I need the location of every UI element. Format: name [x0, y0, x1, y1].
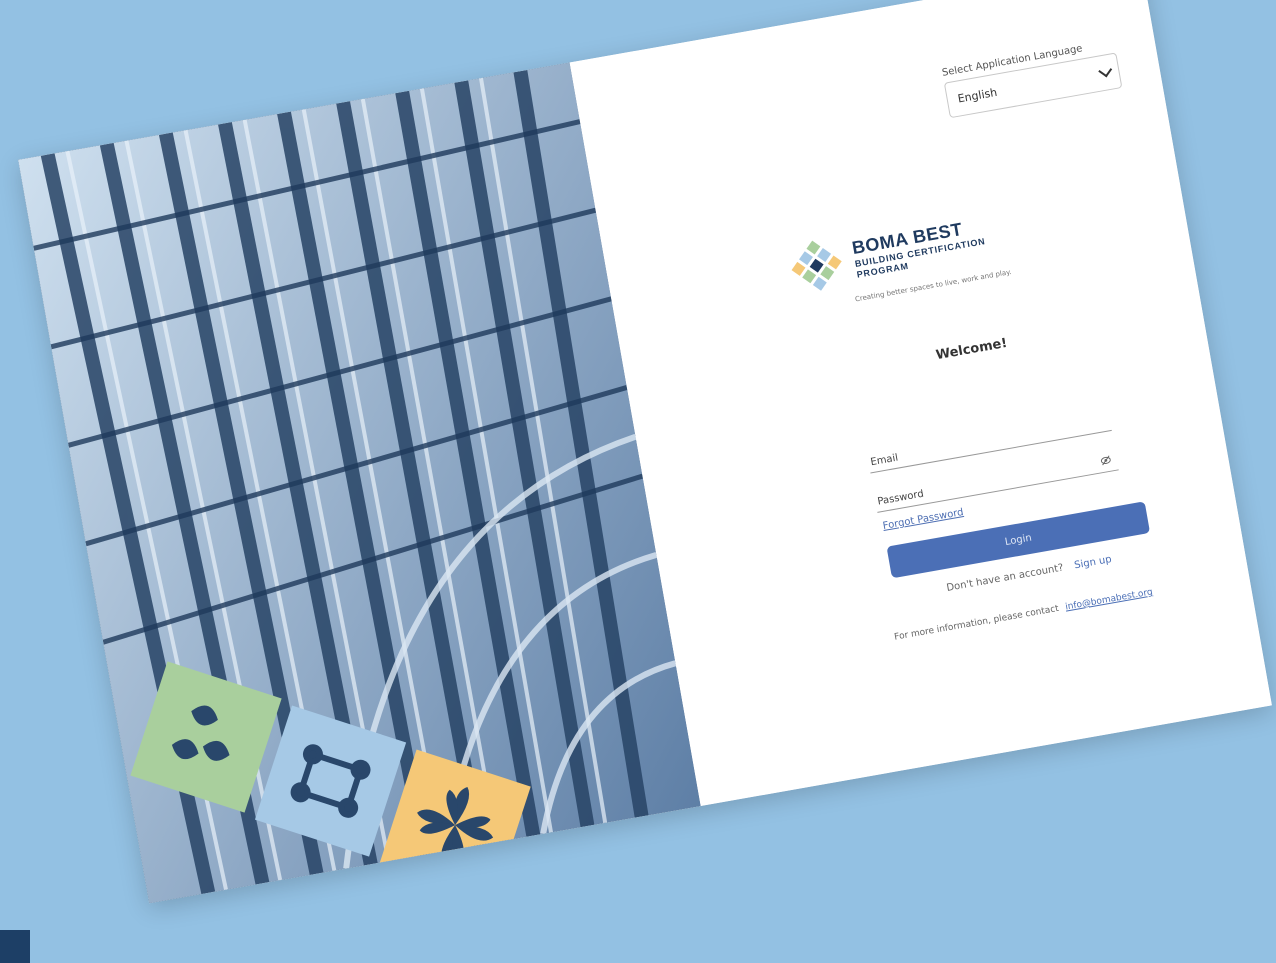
eye-off-icon[interactable] — [1100, 455, 1112, 467]
brand-logo: BOMA BEST BUILDING CERTIFICATION PROGRAM… — [784, 198, 1053, 314]
no-account-text: Don't have an account? — [945, 562, 1065, 594]
forgot-password-link[interactable]: Forgot Password — [882, 507, 964, 532]
contact-email-link[interactable]: info@bomabest.org — [1065, 587, 1154, 612]
email-label: Email — [869, 452, 899, 469]
signup-link[interactable]: Sign up — [1073, 554, 1112, 571]
chevron-down-icon — [1098, 63, 1113, 78]
password-label: Password — [876, 488, 925, 508]
contact-text: For more information, please contact — [893, 603, 1060, 643]
boma-logo-icon — [791, 240, 842, 291]
welcome-heading: Welcome! — [934, 335, 1009, 364]
login-screen: Select Application Language English BOMA… — [18, 0, 1272, 904]
language-selector: Select Application Language English — [941, 38, 1123, 119]
contact-row: For more information, please contact inf… — [894, 587, 1154, 642]
corner-block — [0, 930, 30, 963]
language-value: English — [956, 85, 999, 106]
